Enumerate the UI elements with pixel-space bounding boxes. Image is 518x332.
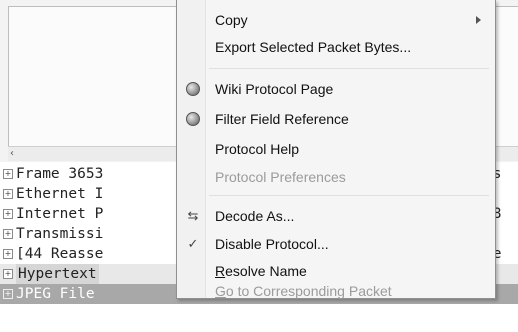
- menu-item-protocol-preferences: Protocol Preferences: [215, 169, 346, 185]
- checkmark-icon: ✓: [187, 236, 199, 251]
- menu-item-export-bytes[interactable]: Export Selected Packet Bytes...: [177, 36, 495, 58]
- menu-item-filter-field-reference[interactable]: Filter Field Reference: [177, 108, 495, 130]
- menu-item-disable-protocol[interactable]: ✓ Disable Protocol...: [177, 233, 495, 255]
- expand-icon[interactable]: +: [3, 209, 13, 219]
- decode-as-icon: ⇆: [187, 208, 199, 223]
- submenu-arrow-icon: [476, 16, 481, 24]
- menu-item-wiki-protocol-page[interactable]: Wiki Protocol Page: [177, 78, 495, 100]
- globe-icon: [186, 82, 200, 96]
- context-menu: Copy Export Selected Packet Bytes... Wik…: [176, 0, 496, 299]
- globe-icon: [186, 112, 200, 126]
- menu-separator: [209, 68, 489, 69]
- expand-icon[interactable]: +: [3, 229, 13, 239]
- app-window: ‹ + Frame 3653 ts + Ethernet I : + Inter…: [0, 0, 518, 332]
- expand-icon[interactable]: +: [3, 269, 13, 279]
- scroll-left-arrow-icon[interactable]: ‹: [10, 147, 14, 161]
- expand-icon[interactable]: +: [3, 189, 13, 199]
- expand-icon[interactable]: +: [3, 249, 13, 259]
- menu-item-go-to-corresponding-packet: Go to Corresponding Packet: [215, 283, 392, 299]
- menu-item-protocol-help[interactable]: Protocol Help: [177, 138, 495, 160]
- menu-item-decode-as[interactable]: ⇆ Decode As...: [177, 205, 495, 227]
- expand-icon[interactable]: +: [3, 289, 13, 299]
- menu-item-copy[interactable]: Copy: [177, 9, 495, 31]
- menu-item-resolve-name[interactable]: Resolve Name: [177, 260, 495, 282]
- expand-icon[interactable]: +: [3, 169, 13, 179]
- menu-separator: [209, 195, 489, 196]
